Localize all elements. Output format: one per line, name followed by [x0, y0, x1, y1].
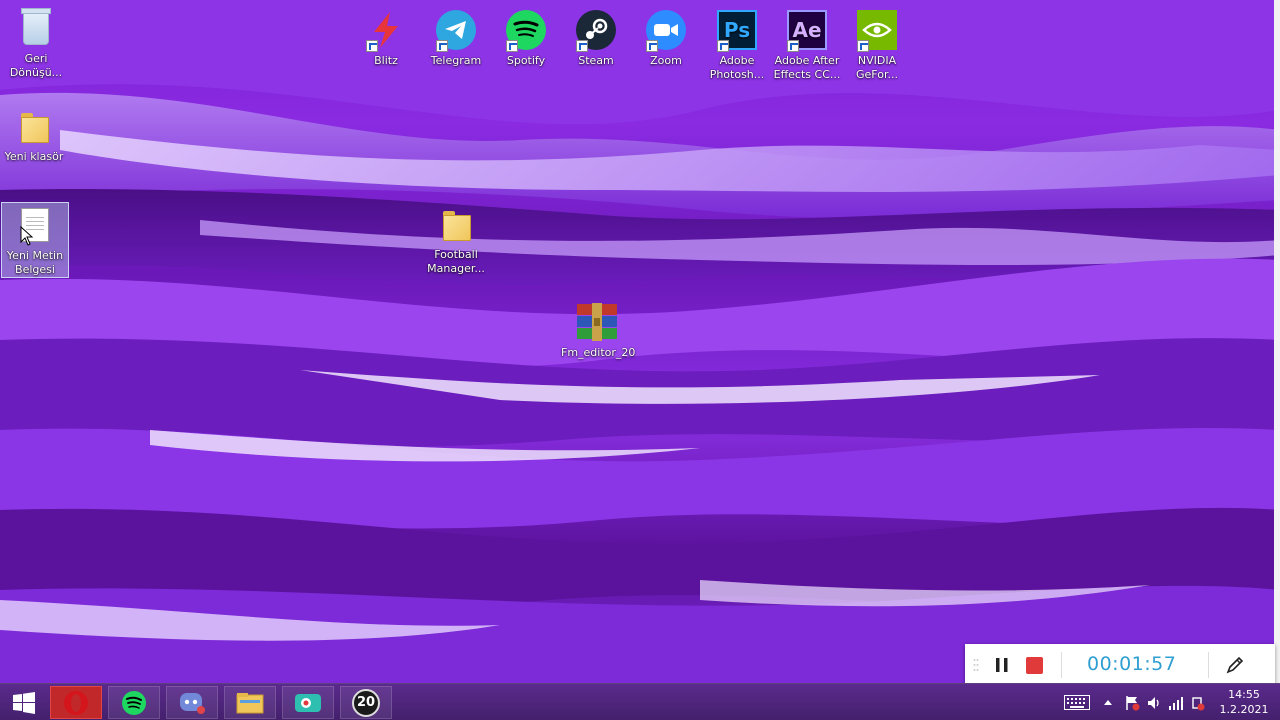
desktop-icon-label: Football Manager... [427, 248, 485, 275]
keyboard-icon[interactable] [1064, 695, 1090, 710]
desktop-icon-label: Steam [578, 54, 614, 67]
telegram-icon [434, 8, 478, 52]
folder-icon [12, 104, 56, 148]
desktop-icon-label: Zoom [650, 54, 682, 67]
spotify-icon [504, 8, 548, 52]
desktop[interactable]: Geri Dönüşü... Yeni klasör Yeni Metin Be… [0, 0, 1280, 683]
shortcut-arrow-icon [717, 40, 729, 52]
power-plug-icon[interactable] [1190, 695, 1206, 711]
taskbar-discord[interactable] [166, 686, 218, 719]
shortcut-arrow-icon [646, 40, 658, 52]
desktop-icon-football-manager-folder[interactable]: Football Manager... [420, 202, 492, 276]
desktop-icon-new-text-document[interactable]: Yeni Metin Belgesi [1, 202, 69, 278]
desktop-icon-fm-editor-archive[interactable]: Fm_editor_20 [561, 300, 636, 360]
taskbar-opera[interactable] [50, 686, 102, 719]
shortcut-arrow-icon [857, 40, 869, 52]
desktop-icon-label: Blitz [374, 54, 398, 67]
start-button[interactable] [0, 686, 48, 719]
recorder-icon [295, 693, 321, 712]
zoom-icon [644, 8, 688, 52]
screen-recorder-panel: 00:01:57 [965, 644, 1275, 686]
discord-icon [180, 692, 205, 714]
steam-icon [574, 8, 618, 52]
network-signal-icon[interactable] [1168, 695, 1184, 711]
show-hidden-icons-chevron-icon[interactable] [1103, 699, 1113, 706]
clock-date: 1.2.2021 [1219, 703, 1269, 716]
desktop-icon-nvidia-geforce[interactable]: NVIDIA GeFor... [841, 8, 913, 82]
desktop-icon-label: Adobe Photosh... [709, 54, 765, 81]
desktop-icon-label: Geri Dönüşü... [9, 52, 63, 79]
shortcut-arrow-icon [506, 40, 518, 52]
desktop-icon-blitz[interactable]: Blitz [350, 8, 422, 68]
desktop-icon-adobe-photoshop[interactable]: Ps Adobe Photosh... [701, 8, 773, 82]
volume-icon[interactable] [1146, 695, 1162, 711]
windows-icon [13, 691, 35, 714]
desktop-icon-label: Yeni Metin Belgesi [6, 249, 64, 276]
shortcut-arrow-icon [576, 40, 588, 52]
desktop-icon-steam[interactable]: Steam [560, 8, 632, 68]
draw-pen-button[interactable] [1225, 655, 1245, 675]
nvidia-icon [855, 8, 899, 52]
winrar-archive-icon [575, 300, 619, 344]
folder-icon [434, 202, 478, 246]
file-explorer-icon [236, 692, 264, 713]
taskbar-screen-recorder[interactable] [282, 686, 334, 719]
shortcut-arrow-icon [787, 40, 799, 52]
desktop-icon-label: Spotify [506, 54, 546, 67]
shortcut-arrow-icon [436, 40, 448, 52]
photoshop-icon: Ps [715, 8, 759, 52]
blitz-icon [364, 8, 408, 52]
fm20-icon: 20 [352, 688, 380, 717]
system-clock[interactable]: 14:55 1.2.2021 [1216, 687, 1272, 717]
divider [1208, 652, 1209, 678]
desktop-icon-label: NVIDIA GeFor... [856, 54, 898, 81]
taskbar-spotify[interactable] [108, 686, 160, 719]
pause-button[interactable] [994, 655, 1010, 675]
taskbar-football-manager[interactable]: 20 [340, 686, 392, 719]
desktop-icon-telegram[interactable]: Telegram [420, 8, 492, 68]
desktop-icon-spotify[interactable]: Spotify [490, 8, 562, 68]
clock-time: 14:55 [1228, 688, 1260, 701]
desktop-icon-recycle-bin[interactable]: Geri Dönüşü... [0, 6, 72, 80]
shortcut-arrow-icon [366, 40, 378, 52]
desktop-icon-label: Telegram [430, 54, 482, 67]
wallpaper [0, 0, 1280, 683]
mouse-cursor-icon [20, 226, 34, 246]
desktop-icon-label: Yeni klasör [4, 150, 64, 163]
desktop-icon-label: Fm_editor_20 [561, 346, 636, 359]
desktop-icon-adobe-after-effects[interactable]: Ae Adobe After Effects CC... [771, 8, 843, 82]
opera-icon [64, 690, 88, 715]
after-effects-icon: Ae [785, 8, 829, 52]
taskbar: 20 14:55 1.2.2021 [0, 683, 1280, 720]
recording-timer: 00:01:57 [1087, 653, 1177, 675]
stop-button[interactable] [1025, 655, 1045, 675]
action-center-flag-icon[interactable] [1124, 695, 1140, 711]
desktop-icon-zoom[interactable]: Zoom [630, 8, 702, 68]
recycle-bin-icon [14, 6, 58, 50]
spotify-icon [122, 690, 146, 715]
screen-edge [1274, 0, 1280, 683]
drag-handle-icon[interactable] [973, 658, 979, 674]
desktop-icon-label: Adobe After Effects CC... [773, 54, 841, 81]
desktop-icon-new-folder[interactable]: Yeni klasör [0, 104, 70, 164]
taskbar-file-explorer[interactable] [224, 686, 276, 719]
divider [1061, 652, 1062, 678]
